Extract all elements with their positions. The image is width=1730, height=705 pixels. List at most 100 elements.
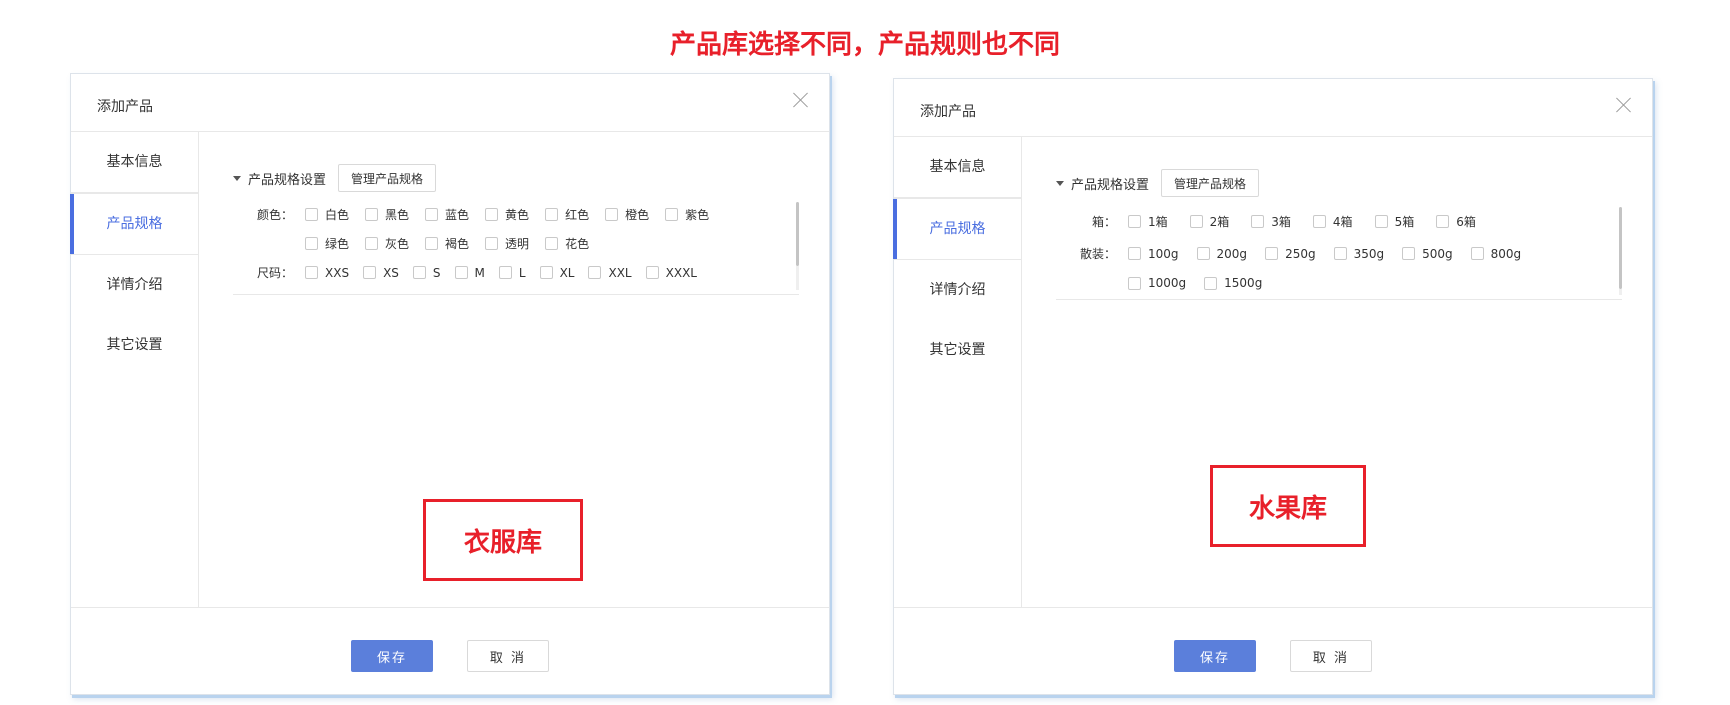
option-checkbox[interactable]: S (412, 266, 441, 280)
scrollbar-track[interactable] (1619, 289, 1622, 295)
checkbox[interactable] (363, 266, 377, 279)
nav-basic-info[interactable]: 基本信息 (894, 137, 1021, 198)
option-checkbox[interactable]: XXL (588, 266, 632, 280)
option-label: XS (383, 265, 399, 280)
manage-spec-button[interactable]: 管理产品规格 (338, 164, 437, 192)
row-label: 尺码： (256, 266, 293, 280)
checkbox[interactable] (1374, 215, 1388, 228)
checkbox[interactable] (425, 237, 439, 250)
scrollbar-thumb[interactable] (1619, 207, 1622, 289)
nav-other-settings[interactable]: 其它设置 (71, 315, 198, 375)
close-icon[interactable] (793, 92, 809, 108)
option-checkbox[interactable]: 3箱 (1251, 213, 1291, 230)
checkbox[interactable] (498, 266, 512, 279)
option-checkbox[interactable]: 350g (1333, 247, 1384, 261)
checkbox[interactable] (539, 266, 553, 279)
option-checkbox[interactable]: 红色 (545, 206, 589, 223)
option-checkbox[interactable]: 褐色 (425, 235, 469, 252)
option-checkbox[interactable]: 6箱 (1436, 213, 1476, 230)
option-checkbox[interactable]: 黑色 (365, 206, 409, 223)
checkbox[interactable] (1128, 247, 1141, 260)
option-checkbox[interactable]: 200g (1196, 247, 1247, 261)
option-checkbox[interactable]: 白色 (305, 206, 349, 223)
option-checkbox[interactable]: 800g (1470, 247, 1521, 261)
option-checkbox[interactable]: 1500g (1204, 276, 1262, 290)
option-checkbox[interactable]: 透明 (485, 235, 529, 252)
close-icon[interactable] (1616, 97, 1632, 113)
option-checkbox[interactable]: 灰色 (365, 235, 409, 252)
option-checkbox[interactable]: 4箱 (1312, 213, 1353, 230)
checkbox[interactable] (1196, 247, 1210, 260)
checkbox[interactable] (588, 266, 602, 279)
save-button[interactable]: 保存 (1174, 640, 1256, 672)
option-checkbox[interactable]: XXXL (645, 266, 697, 280)
checkbox[interactable] (412, 266, 426, 279)
option-checkbox[interactable]: 紫色 (665, 206, 709, 223)
checkbox[interactable] (545, 208, 559, 221)
option-checkbox[interactable]: 2箱 (1189, 213, 1230, 230)
spec-section-header[interactable]: 产品规格设置 管理产品规格 (233, 164, 437, 192)
checkbox[interactable] (365, 237, 379, 250)
checkbox[interactable] (1312, 215, 1326, 228)
spec-row-box: 箱： 1箱 2箱 3箱 4箱 5箱 6箱 (1056, 213, 1476, 230)
checkbox[interactable] (305, 237, 318, 250)
checkbox[interactable] (485, 237, 499, 250)
option-checkbox[interactable]: 1000g (1128, 276, 1186, 290)
option-checkbox[interactable]: L (498, 266, 526, 280)
checkbox[interactable] (485, 208, 499, 221)
nav-other-settings[interactable]: 其它设置 (894, 320, 1021, 380)
option-checkbox[interactable]: XS (363, 266, 399, 280)
option-checkbox[interactable]: 500g (1402, 247, 1453, 261)
annotation-box: 衣服库 (423, 499, 583, 581)
option-checkbox[interactable]: 花色 (545, 235, 589, 252)
cancel-button[interactable]: 取 消 (1290, 640, 1372, 672)
nav-product-spec[interactable]: 产品规格 (893, 198, 1021, 260)
checkbox[interactable] (305, 208, 318, 221)
checkbox[interactable] (545, 237, 559, 250)
option-checkbox[interactable]: 橙色 (605, 206, 649, 223)
option-checkbox[interactable]: 蓝色 (425, 206, 469, 223)
checkbox[interactable] (454, 266, 468, 279)
spec-section-title: 产品规格设置 (1071, 177, 1150, 193)
checkbox[interactable] (1189, 215, 1203, 228)
caret-down-icon[interactable] (233, 175, 241, 181)
option-checkbox[interactable]: 250g (1265, 247, 1316, 261)
option-checkbox[interactable]: 黄色 (485, 206, 529, 223)
option-label: 黄色 (505, 208, 530, 222)
option-label: 2箱 (1209, 215, 1230, 229)
checkbox[interactable] (1436, 215, 1450, 228)
scrollbar-track[interactable] (796, 266, 799, 290)
checkbox[interactable] (645, 266, 659, 279)
scrollbar-thumb[interactable] (796, 202, 799, 266)
checkbox[interactable] (1265, 247, 1279, 260)
nav-detail-intro[interactable]: 详情介绍 (894, 260, 1021, 320)
option-checkbox[interactable]: XXS (305, 266, 349, 280)
checkbox[interactable] (1333, 247, 1347, 260)
nav-product-spec[interactable]: 产品规格 (70, 193, 198, 255)
nav-detail-intro[interactable]: 详情介绍 (71, 255, 198, 315)
option-checkbox[interactable]: XL (539, 266, 574, 280)
save-button[interactable]: 保存 (351, 640, 433, 672)
spec-section-header[interactable]: 产品规格设置 管理产品规格 (1056, 169, 1260, 197)
caret-down-icon[interactable] (1056, 180, 1064, 186)
dialog-title: 添加产品 (920, 104, 976, 120)
option-checkbox[interactable]: 绿色 (305, 235, 349, 252)
checkbox[interactable] (1402, 247, 1416, 260)
checkbox[interactable] (1470, 247, 1484, 260)
checkbox[interactable] (605, 208, 619, 221)
checkbox[interactable] (1204, 276, 1218, 290)
checkbox[interactable] (425, 208, 439, 221)
manage-spec-button[interactable]: 管理产品规格 (1161, 169, 1260, 197)
option-checkbox[interactable]: M (454, 266, 485, 280)
option-checkbox[interactable]: 100g (1128, 247, 1179, 261)
checkbox[interactable] (365, 208, 379, 221)
option-checkbox[interactable]: 5箱 (1374, 213, 1414, 230)
cancel-button[interactable]: 取 消 (467, 640, 549, 672)
option-checkbox[interactable]: 1箱 (1128, 213, 1168, 230)
checkbox[interactable] (305, 266, 318, 279)
checkbox[interactable] (665, 208, 679, 221)
checkbox[interactable] (1128, 215, 1141, 228)
checkbox[interactable] (1251, 215, 1265, 228)
checkbox[interactable] (1128, 276, 1141, 290)
nav-basic-info[interactable]: 基本信息 (71, 132, 198, 193)
